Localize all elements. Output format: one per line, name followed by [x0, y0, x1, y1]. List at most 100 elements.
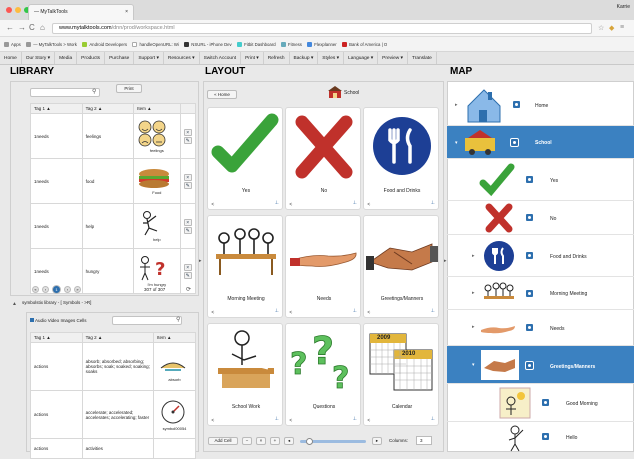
menu-language[interactable]: Language ▾	[344, 52, 379, 64]
expand-icon[interactable]: ▲	[12, 301, 17, 307]
collapse-arrow-icon[interactable]: ▾	[472, 362, 475, 368]
table-row[interactable]: 1needs feelings feelings × ✎	[30, 113, 197, 159]
resize-handle-icon[interactable]: ⊥	[431, 200, 435, 206]
audio-icon[interactable]: ◂)	[289, 201, 292, 206]
audio-icon[interactable]: ◂)	[289, 417, 292, 422]
table-row[interactable]: 1needs help help × ✎	[30, 203, 197, 249]
table-row[interactable]: actions absorb; absorbed; absorbing; abs…	[30, 342, 196, 391]
item-cell[interactable]: help	[133, 203, 181, 249]
url-field[interactable]: www.mytalktools.com/dnn/prod/workspace.h…	[52, 23, 592, 34]
search-icon[interactable]: ⚲	[176, 316, 180, 323]
minimize-window-icon[interactable]	[15, 7, 21, 13]
visibility-icon[interactable]	[525, 323, 534, 332]
table-row[interactable]: 1needs food Food × ✎	[30, 158, 197, 204]
item-cell[interactable]: symbol00054	[153, 390, 196, 439]
current-page[interactable]: 1	[52, 285, 61, 294]
expand-arrow-icon[interactable]: ▸	[472, 253, 475, 259]
menu-media[interactable]: Media	[55, 52, 78, 64]
menu-backup[interactable]: Backup ▾	[290, 52, 319, 64]
search-icon[interactable]: ⚲	[92, 88, 96, 95]
visibility-icon[interactable]	[512, 100, 521, 109]
close-icon[interactable]: ×	[256, 437, 266, 445]
column-header-item[interactable]: Item ▲	[153, 332, 196, 343]
close-tab-icon[interactable]: ×	[125, 5, 128, 19]
delete-icon[interactable]: ×	[183, 173, 192, 181]
map-item-yes[interactable]: Yes	[447, 159, 634, 201]
menu-purchase[interactable]: Purchase	[105, 52, 135, 64]
cell-card-questions[interactable]: ??? Questions ◂) ⊥	[285, 323, 361, 426]
map-item-good-morning[interactable]: Good Morning	[447, 384, 634, 422]
media-type-filters[interactable]: Audio Video Images Cells	[30, 318, 86, 323]
visibility-icon[interactable]	[541, 432, 550, 441]
bookmark-fitbit[interactable]: Fitbit Dashboard	[237, 37, 276, 51]
delete-icon[interactable]: ×	[183, 218, 192, 226]
bookmark-android[interactable]: Android Developers	[82, 37, 127, 51]
menu-home[interactable]: Home	[0, 52, 22, 64]
columns-stepper[interactable]: 3	[416, 436, 432, 445]
edit-icon[interactable]: ✎	[183, 181, 192, 189]
bookmark-handleopenurl[interactable]: handleOpenURL: Wi	[132, 37, 179, 51]
column-header-tag1[interactable]: Tag 1 ▲	[30, 103, 83, 114]
forward-icon[interactable]: →	[18, 23, 26, 32]
menu-translate[interactable]: Translate	[408, 52, 437, 64]
refresh-icon[interactable]: ⟳	[186, 286, 191, 293]
prev-page-icon[interactable]: ‹	[42, 286, 49, 293]
checkbox-icon[interactable]	[30, 318, 34, 322]
home-button[interactable]: « Home	[207, 90, 237, 99]
menu-our-story[interactable]: Our Story ▾	[22, 52, 56, 64]
home-icon[interactable]: ⌂	[40, 23, 45, 32]
map-item-greetings-manners[interactable]: ▾ Greetings/Manners	[447, 346, 634, 384]
map-item-needs[interactable]: ▸ Needs	[447, 310, 634, 346]
bookmark-apps[interactable]: Apps	[4, 37, 21, 51]
map-item-home[interactable]: ▸ Home	[447, 84, 634, 126]
close-window-icon[interactable]	[6, 7, 12, 13]
menu-products[interactable]: Products	[77, 52, 106, 64]
visibility-icon[interactable]	[510, 138, 519, 147]
cell-card-greetings-manners[interactable]: Greetings/Manners ◂) ⊥	[363, 215, 439, 318]
expand-arrow-icon[interactable]: ▸	[455, 102, 458, 108]
cell-card-needs[interactable]: Needs ◂) ⊥	[285, 215, 361, 318]
symbol-library-title[interactable]: symbolstix library - [ Symbols - >R]	[22, 300, 91, 305]
delete-icon[interactable]: ×	[183, 128, 192, 136]
expand-arrow-icon[interactable]: ▸	[472, 324, 475, 330]
bookmark-bofa[interactable]: Bank of America | O	[342, 37, 387, 51]
item-cell[interactable]	[153, 438, 196, 459]
next-page-icon[interactable]: ›	[64, 286, 71, 293]
cell-card-morning-meeting[interactable]: Morning Meeting ◂) ⊥	[207, 215, 283, 318]
visibility-icon[interactable]	[525, 289, 534, 298]
edit-icon[interactable]: ✎	[183, 136, 192, 144]
cell-card-school-work[interactable]: School Work ◂) ⊥	[207, 323, 283, 426]
symbol-search-input[interactable]	[112, 316, 182, 325]
menu-support[interactable]: Support ▾	[134, 52, 164, 64]
browser-tab[interactable]: — MyTalkTools ×	[28, 4, 134, 20]
menu-icon[interactable]: ≡	[620, 24, 624, 31]
map-item-school[interactable]: ▾ School	[447, 126, 634, 159]
audio-icon[interactable]: ◂)	[289, 309, 292, 314]
library-search-input[interactable]	[30, 88, 100, 97]
zoom-out-icon[interactable]: ◂	[284, 437, 294, 445]
column-header-item[interactable]: Item ▲	[133, 103, 181, 114]
back-icon[interactable]: ←	[6, 23, 14, 32]
audio-icon[interactable]: ◂)	[211, 417, 214, 422]
resize-handle-icon[interactable]: ⊥	[353, 416, 357, 422]
print-button[interactable]: Print	[116, 84, 142, 93]
visibility-icon[interactable]	[525, 251, 534, 260]
audio-icon[interactable]: ◂)	[211, 201, 214, 206]
visibility-icon[interactable]	[525, 175, 534, 184]
add-cell-button[interactable]: Add Cell	[208, 437, 238, 445]
visibility-icon[interactable]	[525, 213, 534, 222]
visibility-icon[interactable]	[541, 398, 550, 407]
edit-icon[interactable]: ✎	[183, 226, 192, 234]
item-cell[interactable]: Food	[133, 158, 181, 204]
menu-styles[interactable]: Styles ▾	[318, 52, 345, 64]
resize-handle-icon[interactable]: ⊥	[353, 308, 357, 314]
resize-handle-icon[interactable]: ⊥	[353, 200, 357, 206]
edit-icon[interactable]: ✎	[183, 271, 192, 279]
remove-icon[interactable]: −	[242, 437, 252, 445]
item-cell[interactable]: feelings	[133, 113, 181, 159]
cell-card-yes[interactable]: Yes ◂) ⊥	[207, 107, 283, 210]
collapse-arrow-icon[interactable]: ▾	[455, 140, 458, 146]
reload-icon[interactable]: C	[29, 23, 35, 32]
add-icon[interactable]: +	[270, 437, 280, 445]
cell-card-calendar[interactable]: 2009 2010 Calendar ◂) ⊥	[363, 323, 439, 426]
